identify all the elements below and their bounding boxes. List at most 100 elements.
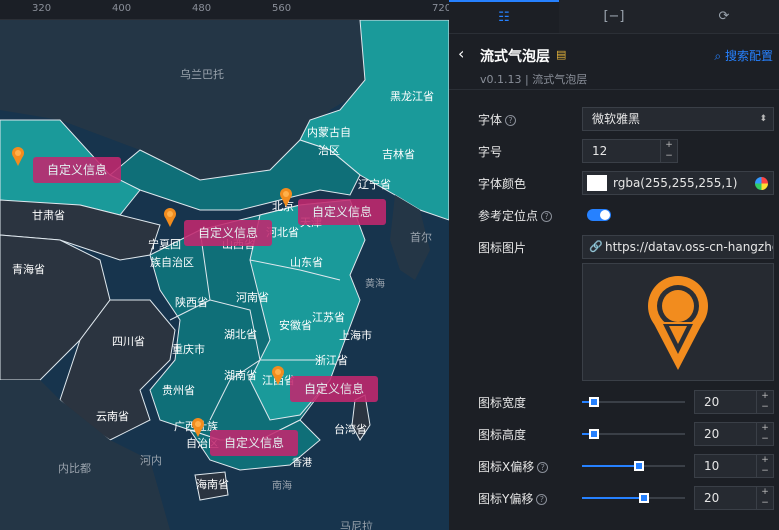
help-icon[interactable]: ? bbox=[541, 211, 553, 222]
region-label: 海南省 bbox=[196, 478, 229, 491]
icon-url-input[interactable]: 🔗 https://datav.oss-cn-hangzhou bbox=[582, 235, 774, 259]
icon-image-label: 图标图片 bbox=[478, 241, 527, 255]
tab-settings[interactable]: ☷ bbox=[449, 0, 559, 33]
font-size-input[interactable]: 12 + − bbox=[582, 139, 678, 163]
region-label: 湖南省 bbox=[224, 369, 257, 382]
region-label: 河南省 bbox=[236, 291, 269, 304]
stepper-buttons[interactable]: + − bbox=[756, 487, 773, 509]
ref-point-row: 参考定位点? bbox=[449, 203, 779, 227]
ref-point-label: 参考定位点? bbox=[478, 207, 553, 224]
region-label: 辽宁省 bbox=[358, 178, 391, 191]
region-label: 内比都 bbox=[58, 462, 91, 475]
region-label: 香港 bbox=[292, 458, 312, 469]
ref-point-toggle[interactable] bbox=[587, 209, 611, 221]
icon-x-offset-slider[interactable] bbox=[582, 461, 685, 471]
font-row: 字体? 微软雅黑 ⬍ bbox=[449, 107, 779, 131]
info-bubble[interactable]: 自定义信息 bbox=[298, 199, 387, 225]
color-picker-icon[interactable] bbox=[755, 177, 768, 190]
region-label: 浙江省 bbox=[315, 354, 348, 367]
region-label: 重庆市 bbox=[172, 343, 205, 356]
region-label: 黑龙江省 bbox=[390, 90, 434, 103]
search-config-label: 搜索配置 bbox=[724, 49, 773, 63]
icon-width-input[interactable]: 20 + − bbox=[694, 390, 774, 414]
refresh-icon: ⟳ bbox=[718, 9, 730, 24]
icon-height-input[interactable]: 20 + − bbox=[694, 422, 774, 446]
settings-sliders-icon: ☷ bbox=[498, 10, 510, 25]
panel-tabs: ☷ [−] ⟳ bbox=[449, 0, 779, 34]
region-label: 江苏省 bbox=[312, 311, 345, 324]
region-label: 首尔 bbox=[410, 231, 432, 244]
tab-data[interactable]: ⟳ bbox=[669, 0, 779, 33]
icon-y-offset-row: 图标Y偏移? 20 + − bbox=[449, 486, 779, 510]
font-color-row: 字体颜色 rgba(255,255,255,1) bbox=[449, 171, 779, 195]
icon-y-offset-input[interactable]: 20 + − bbox=[694, 486, 774, 510]
stepper-buttons[interactable]: + − bbox=[660, 140, 677, 162]
region-label: 乌兰巴托 bbox=[180, 68, 224, 81]
font-size-label: 字号 bbox=[478, 145, 503, 159]
help-icon[interactable]: ? bbox=[537, 462, 549, 473]
help-icon[interactable]: ? bbox=[536, 494, 548, 505]
slider-handle[interactable] bbox=[589, 397, 600, 407]
icon-preview[interactable] bbox=[582, 263, 774, 381]
icon-image-row: 图标图片 🔗 https://datav.oss-cn-hangzhou bbox=[449, 235, 779, 259]
map-pin-icon[interactable] bbox=[271, 366, 285, 386]
document-icon[interactable]: ▤ bbox=[556, 48, 566, 61]
region-label: 山东省 bbox=[290, 256, 323, 269]
back-icon[interactable]: ‹ bbox=[458, 44, 464, 63]
search-config-link[interactable]: ⌕ 搜索配置 bbox=[714, 47, 773, 64]
icon-x-offset-input[interactable]: 10 + − bbox=[694, 454, 774, 478]
component-version: v0.1.13 | 流式气泡层 bbox=[480, 73, 588, 86]
map-pin-icon[interactable] bbox=[163, 208, 177, 228]
map-pin-icon[interactable] bbox=[11, 147, 25, 167]
icon-x-offset-label: 图标X偏移? bbox=[478, 458, 549, 475]
font-size-row: 字号 12 + − bbox=[449, 139, 779, 163]
info-bubble[interactable]: 自定义信息 bbox=[184, 220, 273, 246]
help-icon[interactable]: ? bbox=[505, 115, 517, 126]
region-label: 吉林省 bbox=[382, 148, 415, 161]
icon-height-slider[interactable] bbox=[582, 429, 685, 439]
font-label: 字体? bbox=[478, 111, 517, 128]
region-label: 内蒙古自 bbox=[307, 126, 351, 139]
region-label: 族自治区 bbox=[150, 256, 194, 269]
icon-height-row: 图标高度 20 + − bbox=[449, 422, 779, 446]
region-label: 黄海 bbox=[365, 279, 385, 290]
map-pin-icon[interactable] bbox=[191, 418, 205, 438]
stepper-buttons[interactable]: + − bbox=[756, 423, 773, 445]
icon-width-slider[interactable] bbox=[582, 397, 685, 407]
slider-handle[interactable] bbox=[589, 429, 600, 439]
stepper-buttons[interactable]: + − bbox=[756, 455, 773, 477]
map-canvas[interactable]: 320 400 480 560 720 乌兰巴托 黑龙江省 内蒙古自 治区 吉林… bbox=[0, 0, 449, 530]
slider-handle[interactable] bbox=[638, 493, 649, 503]
tab-interaction[interactable]: [−] bbox=[559, 0, 669, 33]
info-bubble[interactable]: 自定义信息 bbox=[33, 157, 122, 183]
region-label: 甘肃省 bbox=[32, 209, 65, 222]
color-swatch[interactable] bbox=[587, 175, 607, 191]
region-label: 台湾省 bbox=[334, 423, 367, 436]
bracket-icon: [−] bbox=[603, 9, 625, 24]
component-header: ‹ 流式气泡层 ▤ v0.1.13 | 流式气泡层 ⌕ 搜索配置 bbox=[449, 34, 779, 90]
map-pin-preview-icon bbox=[648, 276, 708, 370]
ruler-tick: 720 bbox=[432, 3, 449, 14]
font-select[interactable]: 微软雅黑 ⬍ bbox=[582, 107, 774, 131]
info-bubble[interactable]: 自定义信息 bbox=[210, 430, 299, 456]
font-color-label: 字体颜色 bbox=[478, 177, 527, 191]
font-color-input[interactable]: rgba(255,255,255,1) bbox=[582, 171, 774, 195]
icon-height-label: 图标高度 bbox=[478, 428, 527, 442]
region-label: 贵州省 bbox=[162, 384, 195, 397]
icon-x-offset-row: 图标X偏移? 10 + − bbox=[449, 454, 779, 478]
region-label: 南海 bbox=[272, 481, 292, 492]
region-label: 河内 bbox=[140, 454, 162, 467]
select-arrow-icon: ⬍ bbox=[759, 114, 767, 124]
slider-handle[interactable] bbox=[633, 461, 644, 471]
stepper-buttons[interactable]: + − bbox=[756, 391, 773, 413]
map-pin-icon[interactable] bbox=[279, 188, 293, 208]
region-label: 马尼拉 bbox=[340, 520, 373, 530]
link-icon: 🔗 bbox=[589, 240, 603, 253]
config-panel: ☷ [−] ⟳ ‹ 流式气泡层 ▤ v0.1.13 | 流式气泡层 ⌕ 搜索配置… bbox=[449, 0, 779, 530]
info-bubble[interactable]: 自定义信息 bbox=[290, 376, 379, 402]
region-label: 湖北省 bbox=[224, 328, 257, 341]
region-label: 陕西省 bbox=[175, 296, 208, 309]
slider-fill bbox=[582, 497, 644, 499]
icon-y-offset-slider[interactable] bbox=[582, 493, 685, 503]
icon-y-offset-label: 图标Y偏移? bbox=[478, 490, 548, 507]
